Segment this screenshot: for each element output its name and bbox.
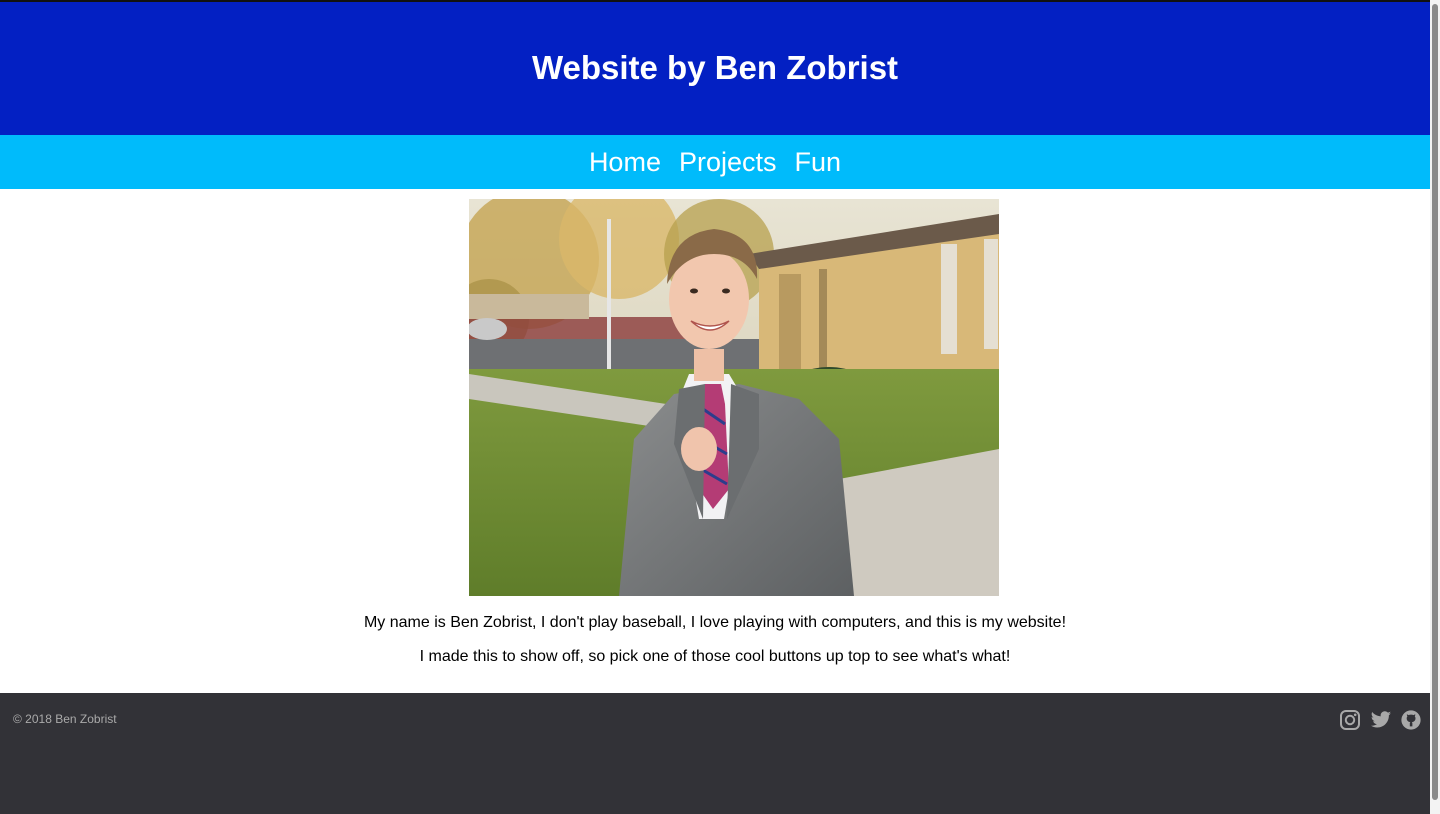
nav-link-fun[interactable]: Fun: [795, 147, 842, 178]
scrollbar-thumb[interactable]: [1432, 4, 1438, 800]
vertical-scrollbar[interactable]: [1430, 0, 1440, 814]
github-icon[interactable]: [1400, 709, 1422, 731]
profile-photo: [469, 199, 999, 596]
instagram-icon[interactable]: [1339, 709, 1361, 731]
copyright-text: © 2018 Ben Zobrist: [13, 712, 117, 726]
site-header: Website by Ben Zobrist: [0, 2, 1430, 135]
intro-text-line-2: I made this to show off, so pick one of …: [419, 648, 1011, 665]
twitter-icon[interactable]: [1370, 709, 1392, 731]
intro-text-line-1: My name is Ben Zobrist, I don't play bas…: [363, 614, 1067, 631]
nav-link-home[interactable]: Home: [589, 147, 661, 178]
main-nav: Home Projects Fun: [0, 135, 1430, 189]
site-title: Website by Ben Zobrist: [531, 48, 899, 86]
site-footer: © 2018 Ben Zobrist: [0, 693, 1430, 814]
nav-link-projects[interactable]: Projects: [679, 147, 777, 178]
